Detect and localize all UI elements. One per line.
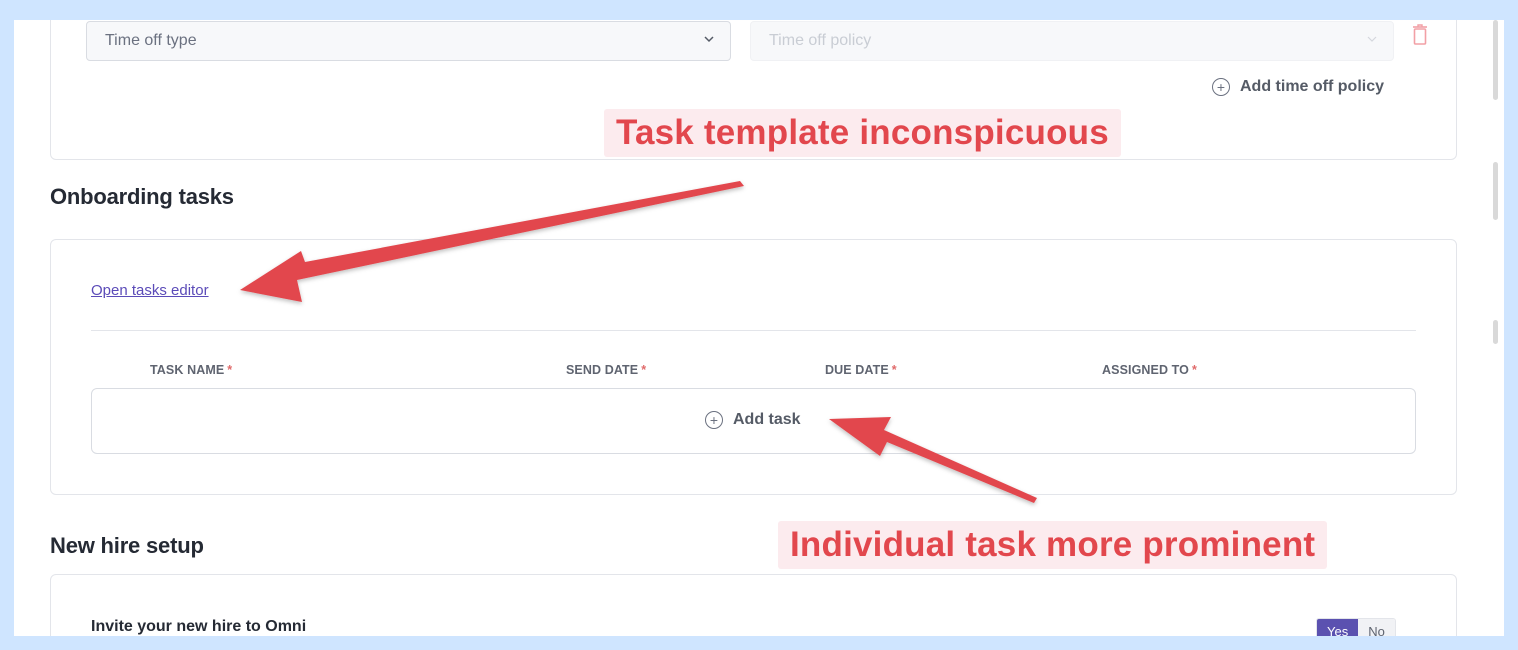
column-header-task-name: TASK NAME *: [150, 363, 233, 377]
toggle-yes[interactable]: Yes: [1317, 619, 1359, 636]
onboarding-tasks-card: [50, 239, 1457, 495]
add-task-row[interactable]: + Add task: [91, 388, 1416, 454]
add-time-off-policy-button[interactable]: + Add time off policy: [1212, 78, 1384, 96]
annotation-task-template: Task template inconspicuous: [604, 109, 1121, 157]
open-tasks-editor-link[interactable]: Open tasks editor: [91, 282, 209, 299]
new-hire-setup-title: New hire setup: [50, 533, 204, 558]
time-off-type-placeholder: Time off type: [105, 32, 197, 49]
scrollbar-thumb[interactable]: [1493, 162, 1498, 220]
time-off-type-select[interactable]: Time off type: [86, 21, 731, 61]
scrollbar-thumb[interactable]: [1493, 320, 1498, 344]
column-header-due-date: DUE DATE *: [825, 363, 897, 377]
column-header-send-date: SEND DATE *: [566, 363, 647, 377]
chevron-down-icon: [1367, 36, 1377, 42]
invite-new-hire-label: Invite your new hire to Omni: [91, 618, 307, 635]
column-header-assigned-to: ASSIGNED TO *: [1102, 363, 1197, 377]
add-task-button[interactable]: + Add task: [705, 411, 801, 429]
time-off-policy-placeholder: Time off policy: [769, 32, 872, 49]
chevron-down-icon: [704, 36, 714, 43]
toggle-no[interactable]: No: [1358, 619, 1395, 636]
add-time-off-policy-label: Add time off policy: [1240, 78, 1384, 95]
onboarding-tasks-title: Onboarding tasks: [50, 184, 234, 209]
plus-circle-icon: +: [1212, 78, 1230, 96]
add-task-label: Add task: [733, 411, 801, 428]
annotation-individual-task: Individual task more prominent: [778, 521, 1328, 569]
scrollbar-thumb[interactable]: [1493, 20, 1498, 100]
trash-icon[interactable]: [1412, 24, 1428, 46]
plus-circle-icon: +: [705, 411, 723, 429]
invite-toggle[interactable]: Yes No: [1316, 618, 1396, 636]
divider: [91, 330, 1416, 331]
time-off-policy-select[interactable]: Time off policy: [750, 21, 1394, 61]
